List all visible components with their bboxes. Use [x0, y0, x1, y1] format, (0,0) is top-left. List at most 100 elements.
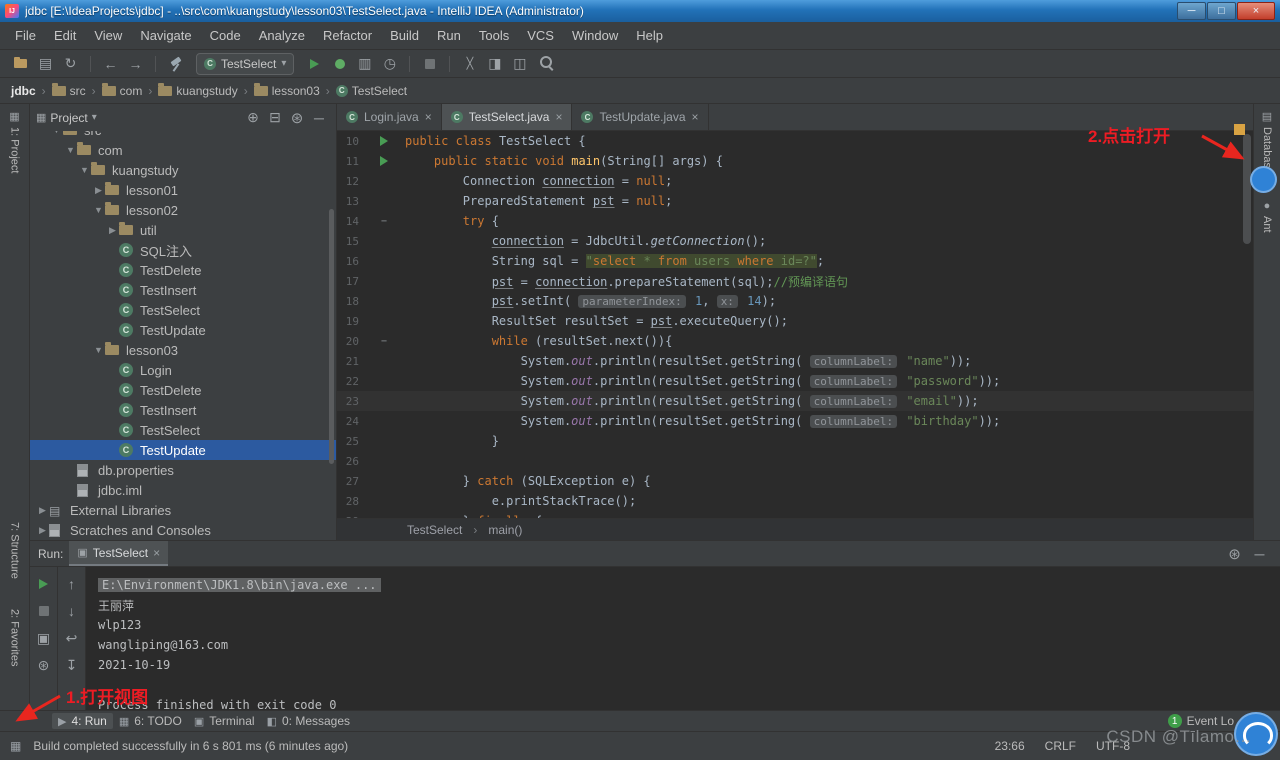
editor-tab-TestSelect.java[interactable]: TestSelect.java ×	[441, 104, 573, 130]
fold-icon[interactable]: −	[363, 216, 405, 227]
expand-arrow[interactable]: ▶	[36, 505, 49, 516]
menu-item-refactor[interactable]: Refactor	[314, 24, 381, 47]
project-scrollbar[interactable]	[329, 209, 334, 464]
expand-arrow[interactable]: ▼	[50, 131, 63, 135]
breadcrumb-item-TestSelect[interactable]: TestSelect	[333, 82, 410, 100]
tree-item-lesson01[interactable]: ▶ lesson01	[30, 180, 336, 200]
fold-icon[interactable]: −	[363, 336, 405, 347]
line-ending[interactable]: CRLF	[1045, 739, 1076, 753]
toolwindow-button-ant[interactable]: ● Ant	[1254, 200, 1280, 233]
softwrap-icon[interactable]	[61, 629, 83, 647]
expand-arrow[interactable]: ▼	[92, 205, 105, 215]
gear-icon[interactable]	[1222, 543, 1247, 565]
toolwindow-button-6: TODO[interactable]: 6: TODO	[113, 713, 188, 729]
run-tab[interactable]: ▣ TestSelect ×	[69, 541, 169, 566]
search-icon[interactable]	[532, 53, 557, 75]
chevron-down-icon[interactable]: ▾	[92, 112, 97, 123]
menu-item-code[interactable]: Code	[201, 24, 250, 47]
menu-item-analyze[interactable]: Analyze	[250, 24, 314, 47]
tree-item-util[interactable]: ▶ util	[30, 220, 336, 240]
camera-icon[interactable]	[33, 629, 55, 647]
run-icon[interactable]	[302, 53, 327, 75]
editor-tab-Login.java[interactable]: Login.java ×	[337, 104, 442, 130]
open-folder-icon[interactable]	[8, 53, 33, 75]
file-encoding[interactable]: UTF-8	[1096, 739, 1130, 753]
profiler-icon[interactable]	[377, 53, 402, 75]
menu-item-run[interactable]: Run	[428, 24, 470, 47]
expand-arrow[interactable]: ▼	[64, 145, 77, 155]
toolwindow-button-database[interactable]: ▤ Database	[1254, 110, 1280, 174]
tree-item-TestInsert[interactable]: TestInsert	[30, 280, 336, 300]
menu-item-tools[interactable]: Tools	[470, 24, 518, 47]
menu-item-vcs[interactable]: VCS	[518, 24, 563, 47]
breadcrumb-method[interactable]: main()	[488, 523, 522, 537]
menu-item-build[interactable]: Build	[381, 24, 428, 47]
tree-item-TestUpdate[interactable]: TestUpdate	[30, 320, 336, 340]
toolwindow-button-0: Messages[interactable]: 0: Messages	[261, 713, 356, 729]
hammer-icon[interactable]	[163, 53, 188, 75]
down-icon[interactable]	[61, 602, 83, 620]
close-icon[interactable]: ×	[555, 110, 562, 124]
tree-item-Login[interactable]: Login	[30, 360, 336, 380]
menu-item-navigate[interactable]: Navigate	[131, 24, 200, 47]
expand-arrow[interactable]: ▼	[92, 345, 105, 355]
locate-icon[interactable]	[242, 107, 264, 129]
run-gutter-icon[interactable]	[363, 156, 405, 166]
tree-item-TestSelect[interactable]: TestSelect	[30, 300, 336, 320]
hide-icon[interactable]	[1247, 543, 1272, 565]
toolwindow-button-favorites[interactable]: 2: Favorites	[0, 609, 29, 666]
breadcrumb-item-jdbc[interactable]: jdbc	[8, 82, 42, 194]
menu-item-edit[interactable]: Edit	[45, 24, 85, 47]
tree-item-jdbc.iml[interactable]: jdbc.iml	[30, 480, 336, 500]
toolwindow-button-project[interactable]: ▦ 1: Project	[0, 110, 29, 173]
back-icon[interactable]	[98, 53, 123, 75]
close-icon[interactable]: ×	[692, 110, 699, 124]
scroll-end-icon[interactable]	[61, 656, 83, 674]
toolwindow-button-structure[interactable]: 7: Structure	[0, 522, 29, 579]
tree-item-db.properties[interactable]: db.properties	[30, 460, 336, 480]
forward-icon[interactable]	[123, 53, 148, 75]
editor-code[interactable]: 10 public class TestSelect {11 public sta…	[337, 131, 1253, 518]
up-icon[interactable]	[61, 575, 83, 593]
close-button[interactable]: ×	[1237, 2, 1275, 20]
toolwindow-button-Terminal[interactable]: Terminal	[188, 713, 261, 729]
expand-arrow[interactable]: ▶	[36, 525, 49, 536]
close-icon[interactable]: ×	[153, 546, 160, 560]
expand-arrow[interactable]: ▼	[78, 165, 91, 175]
breadcrumb-class[interactable]: TestSelect	[407, 523, 462, 537]
caret-position[interactable]: 23:66	[995, 739, 1025, 753]
tree-item-TestUpdate[interactable]: TestUpdate	[30, 440, 336, 460]
breadcrumb-item-lesson03[interactable]: lesson03	[251, 82, 323, 100]
tree-item-External Libraries[interactable]: ▶ External Libraries	[30, 500, 336, 520]
hide-icon[interactable]	[308, 107, 330, 129]
sync-icon[interactable]	[58, 53, 83, 75]
tree-item-SQL注入[interactable]: SQL注入	[30, 240, 336, 260]
menu-item-view[interactable]: View	[85, 24, 131, 47]
breadcrumb-item-com[interactable]: com	[99, 82, 146, 100]
maximize-button[interactable]: □	[1207, 2, 1236, 20]
console-output[interactable]: E:\Environment\JDK1.8\bin\java.exe ... 王丽…	[86, 567, 1280, 710]
collapse-all-icon[interactable]	[264, 107, 286, 129]
tree-item-kuangstudy[interactable]: ▼ kuangstudy	[30, 160, 336, 180]
expand-arrow[interactable]: ▶	[92, 185, 105, 196]
breadcrumb-item-kuangstudy[interactable]: kuangstudy	[155, 82, 240, 100]
minimize-button[interactable]: ─	[1177, 2, 1206, 20]
layout-icon[interactable]	[507, 53, 532, 75]
tree-item-lesson02[interactable]: ▼ lesson02	[30, 200, 336, 220]
run-gutter-icon[interactable]	[363, 136, 405, 146]
rerun-icon[interactable]	[33, 575, 55, 593]
menu-item-window[interactable]: Window	[563, 24, 627, 47]
tree-item-lesson03[interactable]: ▼ lesson03	[30, 340, 336, 360]
gear-icon[interactable]	[286, 107, 308, 129]
menu-item-help[interactable]: Help	[627, 24, 672, 47]
event-log[interactable]: 1 Event Lo	[1167, 714, 1234, 728]
menu-item-file[interactable]: File	[6, 24, 45, 47]
diff-icon[interactable]	[482, 53, 507, 75]
tree-item-TestInsert[interactable]: TestInsert	[30, 400, 336, 420]
project-panel-title[interactable]: Project	[50, 111, 87, 125]
debug-icon[interactable]	[327, 53, 352, 75]
coverage-icon[interactable]	[352, 53, 377, 75]
run-config-combo[interactable]: TestSelect ▾	[196, 52, 295, 75]
tree-item-com[interactable]: ▼ com	[30, 140, 336, 160]
breadcrumb-item-src[interactable]: src	[49, 82, 89, 100]
